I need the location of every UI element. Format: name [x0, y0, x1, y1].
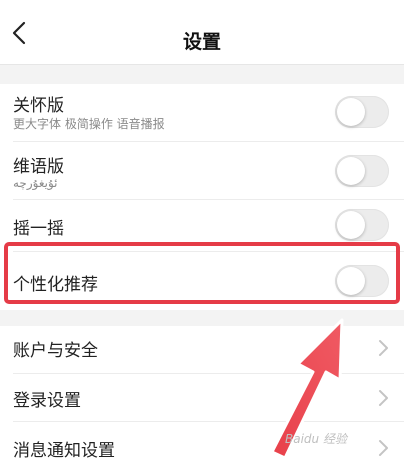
chevron-right-icon: [379, 390, 388, 406]
setting-label: 维语版: [13, 157, 64, 177]
highlight-box: [4, 242, 400, 304]
nav-label: 账户与安全: [13, 341, 98, 361]
section-gap: [0, 65, 404, 84]
setting-row-care-mode[interactable]: 关怀版 更大字体 极简操作 语音播报: [0, 84, 404, 142]
toggle-knob: [337, 157, 365, 185]
toggle-knob: [337, 98, 365, 126]
setting-label: 关怀版: [13, 96, 64, 116]
setting-sublabel: 更大字体 极简操作 语音播报: [13, 117, 165, 131]
setting-row-uyghur-mode[interactable]: 维语版 ئۇيغۇرچە: [0, 142, 404, 200]
chevron-right-icon: [379, 440, 388, 456]
care-mode-toggle[interactable]: [335, 96, 389, 128]
nav-header: 设置: [0, 0, 404, 65]
setting-sublabel: ئۇيغۇرچە: [13, 176, 58, 190]
shake-toggle[interactable]: [335, 209, 389, 241]
nav-label: 登录设置: [13, 391, 81, 411]
chevron-right-icon: [379, 340, 388, 356]
uyghur-mode-toggle[interactable]: [335, 155, 389, 187]
page-title: 设置: [182, 31, 221, 53]
nav-label: 消息通知设置: [13, 441, 115, 461]
toggle-knob: [337, 211, 365, 239]
watermark: Baidu 经验: [285, 432, 347, 446]
setting-label: 摇一摇: [13, 219, 64, 239]
